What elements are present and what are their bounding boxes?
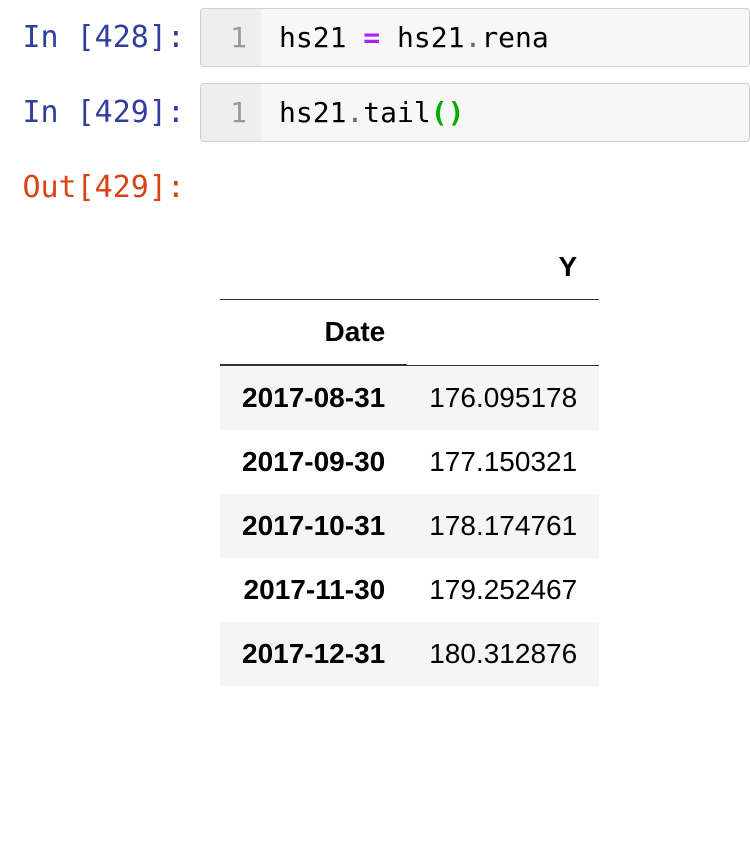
code-token-paren: ) (448, 96, 465, 129)
row-index: 2017-08-31 (220, 365, 407, 430)
input-prompt-429: In [429]: (0, 83, 200, 130)
row-index: 2017-11-30 (220, 558, 407, 622)
table-row: 2017-08-31 176.095178 (220, 365, 599, 430)
blank-header (220, 235, 407, 300)
code-token-attr: tail (363, 96, 430, 129)
dataframe-output: Y Date 2017-08-31 176.095178 2017-09-30 … (0, 205, 750, 694)
blank-header (407, 300, 599, 366)
code-input-429[interactable]: 1 hs21.tail() (200, 83, 750, 142)
table-header-row: Y (220, 235, 599, 300)
line-number: 1 (201, 84, 261, 141)
dataframe-table: Y Date 2017-08-31 176.095178 2017-09-30 … (220, 235, 599, 686)
code-line[interactable]: hs21 = hs21.rena (261, 9, 749, 66)
dataframe-head: Y Date (220, 235, 599, 365)
row-index: 2017-10-31 (220, 494, 407, 558)
input-prompt-428: In [428]: (0, 8, 200, 55)
index-name: Date (220, 300, 407, 366)
code-cell-428: In [428]: 1 hs21 = hs21.rena (0, 0, 750, 75)
code-token-var: hs21 (279, 21, 346, 54)
cell-y: 180.312876 (407, 622, 599, 686)
dataframe-body: 2017-08-31 176.095178 2017-09-30 177.150… (220, 365, 599, 686)
table-row: 2017-12-31 180.312876 (220, 622, 599, 686)
table-row: 2017-11-30 179.252467 (220, 558, 599, 622)
line-number: 1 (201, 9, 261, 66)
cell-y: 178.174761 (407, 494, 599, 558)
code-token-dot: . (464, 21, 481, 54)
code-input-428[interactable]: 1 hs21 = hs21.rena (200, 8, 750, 67)
code-token-attr: rena (481, 21, 548, 54)
index-name-row: Date (220, 300, 599, 366)
code-token-var: hs21 (397, 21, 464, 54)
code-token-operator: = (346, 21, 397, 54)
row-index: 2017-12-31 (220, 622, 407, 686)
column-header-y: Y (407, 235, 599, 300)
output-cell-429: Out[429]: (0, 150, 750, 205)
cell-y: 177.150321 (407, 430, 599, 494)
code-token-paren: ( (431, 96, 448, 129)
row-index: 2017-09-30 (220, 430, 407, 494)
table-row: 2017-10-31 178.174761 (220, 494, 599, 558)
table-row: 2017-09-30 177.150321 (220, 430, 599, 494)
cell-y: 176.095178 (407, 365, 599, 430)
cell-y: 179.252467 (407, 558, 599, 622)
output-prompt-429: Out[429]: (0, 158, 200, 205)
empty-prompt (0, 205, 200, 217)
code-line[interactable]: hs21.tail() (261, 84, 749, 141)
code-token-dot: . (346, 96, 363, 129)
dataframe-container: Y Date 2017-08-31 176.095178 2017-09-30 … (200, 205, 750, 686)
code-token-var: hs21 (279, 96, 346, 129)
output-area (200, 158, 750, 168)
code-cell-429: In [429]: 1 hs21.tail() (0, 75, 750, 150)
